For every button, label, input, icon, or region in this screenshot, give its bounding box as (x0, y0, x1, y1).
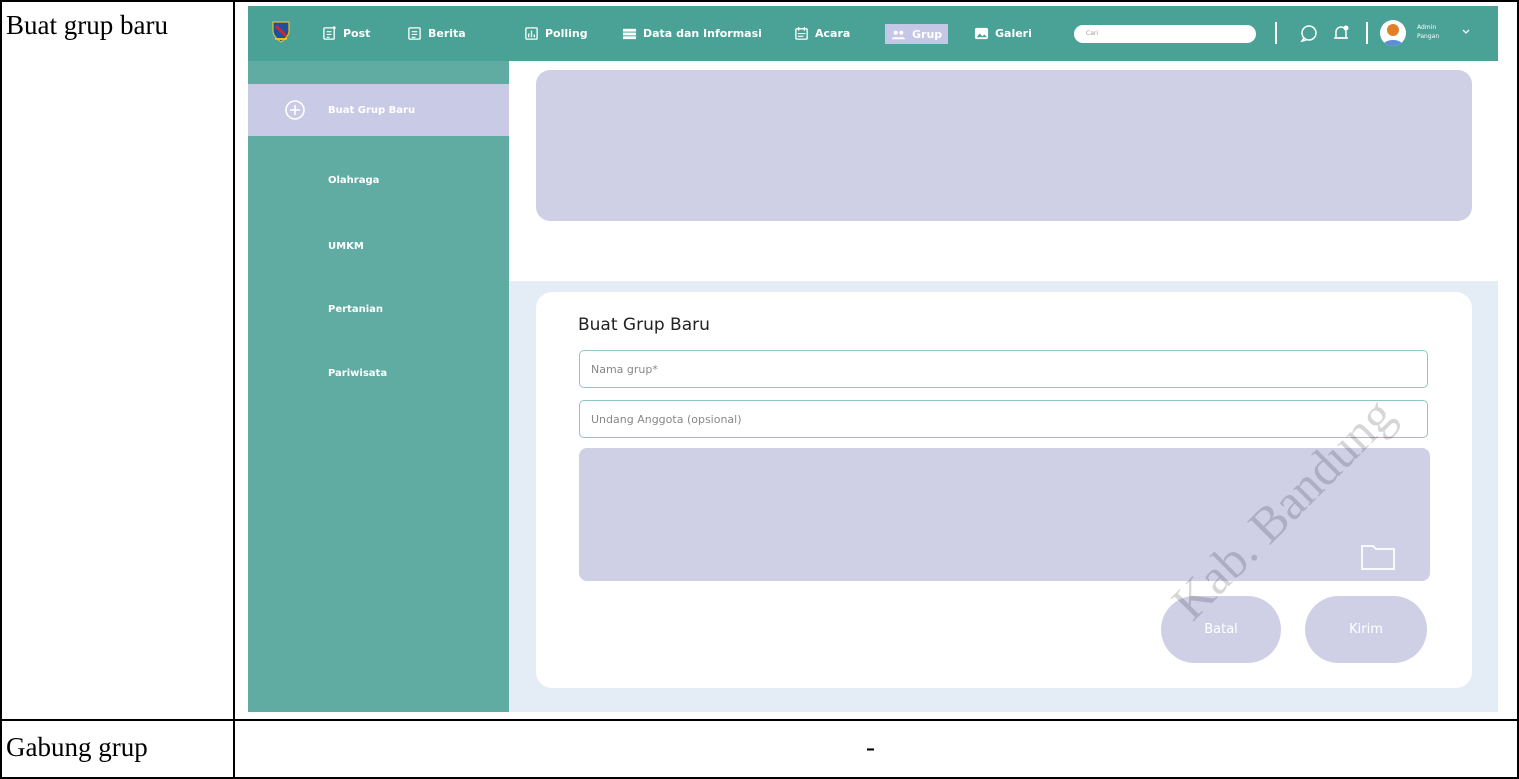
nav-galeri[interactable]: Galeri (974, 6, 1032, 61)
nav-polling-label: Polling (545, 27, 588, 40)
nav-post-label: Post (343, 27, 371, 40)
cancel-button[interactable]: Batal (1161, 596, 1281, 663)
nav-post[interactable]: Post (322, 6, 370, 61)
user-name: Admin (1417, 24, 1437, 31)
navbar-divider (1275, 22, 1277, 44)
sidebar-item-label: Buat Grup Baru (328, 104, 416, 116)
group-name-input[interactable]: Nama grup* (579, 350, 1428, 388)
sidebar-item-umkm[interactable]: UMKM (248, 220, 509, 272)
app-screenshot: Post Berita Polling Data dan Informasi A… (248, 6, 1498, 712)
sidebar-item-pariwisata[interactable]: Pariwisata (248, 347, 509, 399)
top-navbar: Post Berita Polling Data dan Informasi A… (248, 6, 1498, 61)
nav-berita-label: Berita (428, 27, 466, 40)
gallery-icon (974, 27, 989, 40)
sidebar-item-pertanian[interactable]: Pertanian (248, 283, 509, 335)
data-icon (622, 28, 637, 40)
sidebar-item-buat-grup-baru[interactable]: Buat Grup Baru (248, 84, 509, 136)
nav-data-informasi-label: Data dan Informasi (643, 27, 762, 40)
kabupaten-logo-icon[interactable] (272, 21, 290, 43)
attachment-dropzone[interactable] (579, 448, 1430, 581)
nav-acara-label: Acara (815, 27, 851, 40)
add-circle-icon (285, 100, 305, 120)
table-divider-vertical (233, 0, 235, 779)
banner-placeholder (536, 70, 1472, 221)
notification-icon[interactable] (1331, 23, 1351, 43)
invite-members-input[interactable]: Undang Anggota (opsional) (579, 400, 1428, 438)
row-label-create-group: Buat grup baru (6, 10, 168, 40)
sidebar-item-olahraga[interactable]: Olahraga (248, 154, 509, 206)
sidebar-item-label: UMKM (328, 240, 364, 252)
nav-acara[interactable]: Acara (794, 6, 850, 61)
submit-button[interactable]: Kirim (1305, 596, 1427, 663)
search-input[interactable]: Cari (1074, 25, 1256, 43)
nav-grup[interactable]: Grup (885, 24, 949, 44)
row-value-join-group: - (866, 732, 875, 762)
nav-data-informasi[interactable]: Data dan Informasi (622, 6, 762, 61)
navbar-divider (1366, 22, 1368, 44)
chat-icon[interactable] (1299, 23, 1319, 43)
sidebar-item-label: Olahraga (328, 174, 380, 186)
nav-galeri-label: Galeri (995, 27, 1032, 40)
polling-icon (525, 27, 538, 40)
table-divider-horizontal (0, 719, 1519, 721)
folder-icon[interactable] (1360, 541, 1396, 571)
user-role: Pangan (1417, 33, 1440, 40)
sidebar-item-label: Pertanian (328, 303, 383, 315)
chevron-down-icon[interactable] (1460, 26, 1472, 38)
group-icon (891, 30, 906, 39)
nav-polling[interactable]: Polling (524, 6, 588, 61)
calendar-icon (795, 26, 808, 40)
sidebar-item-label: Pariwisata (328, 367, 388, 379)
avatar[interactable] (1380, 20, 1406, 46)
user-info[interactable]: Admin Pangan (1417, 23, 1439, 41)
post-icon (323, 26, 337, 40)
news-icon (408, 27, 421, 40)
sidebar: Buat Grup Baru Olahraga UMKM Pertanian P… (248, 61, 509, 712)
nav-berita[interactable]: Berita (407, 6, 466, 61)
row-label-join-group: Gabung grup (6, 732, 148, 762)
user-avatar-icon (1383, 24, 1403, 46)
page-title: Buat Grup Baru (578, 315, 710, 335)
nav-grup-label: Grup (912, 27, 943, 41)
